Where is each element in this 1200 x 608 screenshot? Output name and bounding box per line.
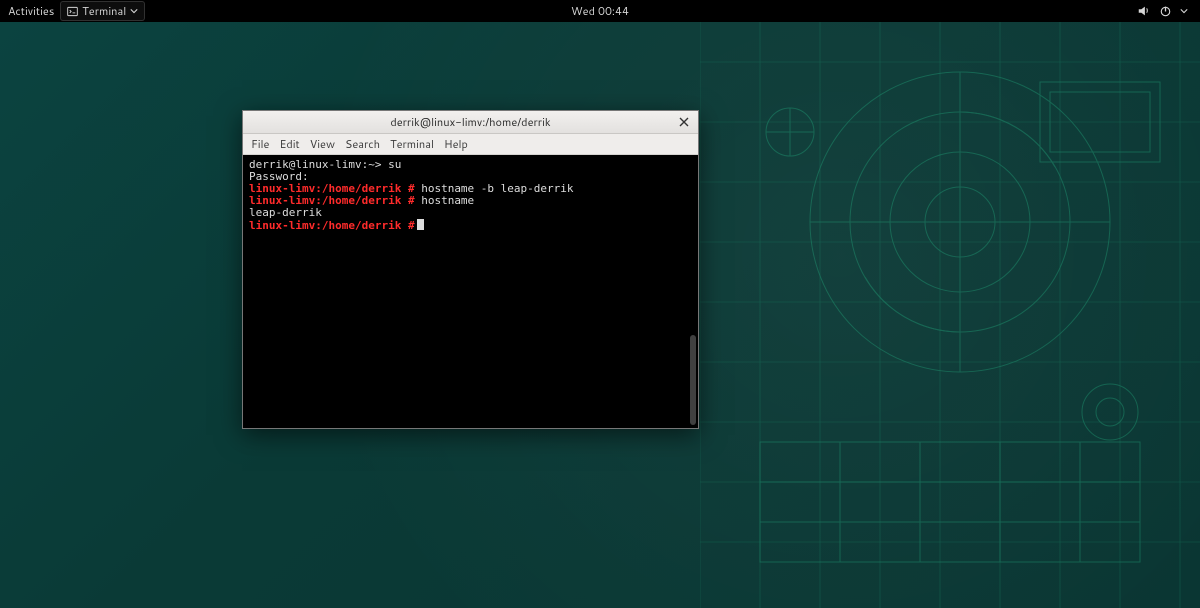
terminal-line: linux-limv:/home/derrik # bbox=[249, 219, 692, 232]
terminal-menubar: File Edit View Search Terminal Help bbox=[243, 134, 698, 155]
volume-icon[interactable] bbox=[1137, 4, 1151, 18]
window-title: derrik@linux-limv:/home/derrik bbox=[390, 114, 550, 130]
scrollbar-thumb[interactable] bbox=[690, 335, 696, 425]
terminal-line: leap-derrik bbox=[249, 207, 692, 219]
close-button[interactable] bbox=[676, 114, 692, 130]
menu-view[interactable]: View bbox=[310, 136, 335, 152]
menu-help[interactable]: Help bbox=[444, 136, 468, 152]
terminal-body[interactable]: derrik@linux-limv:~> suPassword:linux-li… bbox=[243, 155, 698, 428]
terminal-command: hostname bbox=[415, 194, 475, 207]
menu-file[interactable]: File bbox=[251, 136, 269, 152]
wallpaper-blueprint bbox=[700, 22, 1200, 608]
activities-button[interactable]: Activities bbox=[8, 3, 54, 19]
top-panel-left: Activities Terminal bbox=[0, 1, 145, 21]
terminal-prompt: leap-derrik bbox=[249, 206, 322, 219]
menu-edit[interactable]: Edit bbox=[279, 136, 299, 152]
window-titlebar[interactable]: derrik@linux-limv:/home/derrik bbox=[243, 111, 698, 134]
app-menu-label: Terminal bbox=[82, 3, 126, 19]
close-icon bbox=[679, 117, 689, 127]
terminal-cursor bbox=[417, 219, 424, 230]
terminal-line: derrik@linux-limv:~> su bbox=[249, 159, 692, 171]
clock[interactable]: Wed 00:44 bbox=[571, 3, 629, 19]
top-panel-right bbox=[1137, 4, 1200, 18]
terminal-command: su bbox=[381, 158, 401, 171]
menu-terminal[interactable]: Terminal bbox=[390, 136, 434, 152]
chevron-down-icon bbox=[130, 7, 138, 15]
terminal-content: derrik@linux-limv:~> suPassword:linux-li… bbox=[243, 155, 698, 236]
chevron-down-icon[interactable] bbox=[1180, 7, 1188, 15]
top-panel: Activities Terminal Wed 00:44 bbox=[0, 0, 1200, 22]
power-icon[interactable] bbox=[1159, 5, 1172, 18]
terminal-icon bbox=[67, 6, 78, 17]
app-menu[interactable]: Terminal bbox=[60, 1, 145, 21]
terminal-prompt: linux-limv:/home/derrik # bbox=[249, 219, 415, 232]
menu-search[interactable]: Search bbox=[345, 136, 380, 152]
terminal-window: derrik@linux-limv:/home/derrik File Edit… bbox=[242, 110, 699, 429]
